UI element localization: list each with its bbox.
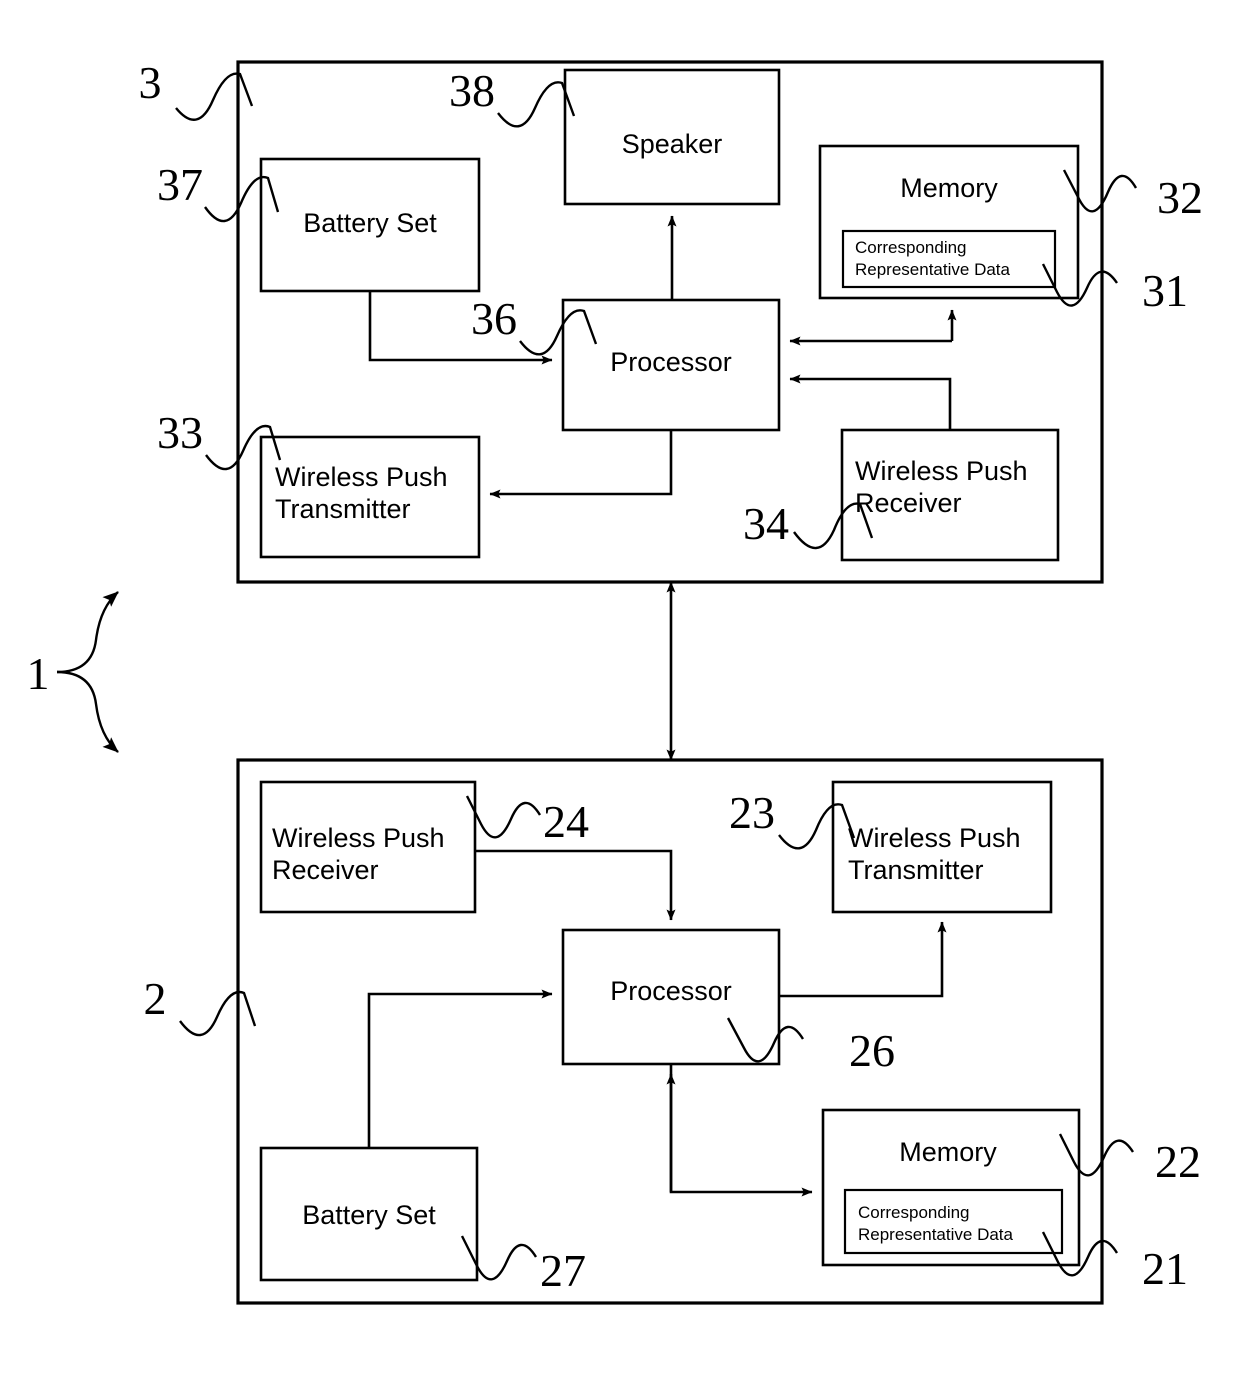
- panel3-wp-transmitter-line1: Wireless Push: [275, 462, 448, 492]
- panel-3-group: Battery Set Speaker Memory Corresponding…: [236, 60, 1104, 584]
- ref-number-31: 31: [1142, 265, 1188, 316]
- panel2-processor-label: Processor: [610, 976, 732, 1006]
- panel2-wp-receiver-line2: Receiver: [272, 855, 379, 885]
- panel-2-group: Wireless Push Receiver Wireless Push Tra…: [236, 758, 1104, 1305]
- ref-number-38: 38: [449, 65, 495, 116]
- ref-number-33: 33: [157, 407, 203, 458]
- ref-27-group: 27: [460, 1235, 586, 1296]
- panel2-memory-inner-line2: Representative Data: [858, 1225, 1014, 1244]
- panel2-wp-transmitter-line2: Transmitter: [848, 855, 984, 885]
- ref-3-leader: [175, 72, 254, 121]
- ref-number-22: 22: [1155, 1136, 1201, 1187]
- panel3-processor-label: Processor: [610, 347, 732, 377]
- block-diagram-canvas: Battery Set Speaker Memory Corresponding…: [27, 57, 1203, 1305]
- panel2-battery-set-label: Battery Set: [302, 1200, 436, 1230]
- conn-battery-to-processor-3: [368, 291, 553, 365]
- ref-1-brace-lower: [56, 670, 119, 753]
- ref-number-21: 21: [1142, 1243, 1188, 1294]
- conn-processor-to-memory-2: [669, 1064, 813, 1197]
- ref-number-3: 3: [139, 57, 162, 108]
- ref-number-37: 37: [157, 159, 203, 210]
- conn-processor-to-wptransmitter-2: [779, 921, 947, 998]
- ref-38-leader: [497, 81, 576, 128]
- ref-32-group: 32: [1062, 169, 1203, 223]
- ref-2-leader: [179, 990, 257, 1037]
- ref-22-group: 22: [1058, 1133, 1201, 1187]
- ref-1-brace-upper: [56, 591, 119, 674]
- ref-number-1: 1: [27, 648, 50, 699]
- panel2-memory-label: Memory: [899, 1137, 997, 1167]
- panel3-memory-inner-line2: Representative Data: [855, 260, 1011, 279]
- panel3-battery-set-label: Battery Set: [303, 208, 437, 238]
- ref-number-36: 36: [471, 293, 517, 344]
- patent-figure: Battery Set Speaker Memory Corresponding…: [0, 0, 1240, 1391]
- conn-processor-to-wptransmitter-3: [489, 430, 673, 499]
- ref-3-group: 3: [139, 57, 254, 121]
- panel3-memory-inner-line1: Corresponding: [855, 238, 967, 257]
- ref-1-group: 1: [27, 591, 119, 753]
- ref-number-23: 23: [729, 787, 775, 838]
- ref-38-group: 38: [449, 65, 576, 128]
- ref-number-24: 24: [543, 796, 589, 847]
- panel3-speaker-label: Speaker: [622, 129, 723, 159]
- conn-wpreceiver-to-processor-2: [475, 849, 676, 921]
- panel2-wp-receiver-line1: Wireless Push: [272, 823, 445, 853]
- panel3-wp-receiver-line1: Wireless Push: [855, 456, 1028, 486]
- ref-number-26: 26: [849, 1025, 895, 1076]
- ref-number-2: 2: [144, 973, 167, 1024]
- ref-number-32: 32: [1157, 172, 1203, 223]
- panel2-wp-transmitter-line1: Wireless Push: [848, 823, 1021, 853]
- conn-wpreceiver-to-processor-3: [789, 374, 952, 430]
- panel2-memory-inner-line1: Corresponding: [858, 1203, 970, 1222]
- ref-number-34: 34: [743, 498, 789, 549]
- panel3-memory-label: Memory: [900, 173, 998, 203]
- ref-24-leader: [465, 795, 542, 839]
- conn-battery-to-processor-2: [367, 989, 553, 1148]
- panel3-wp-receiver-line2: Receiver: [855, 488, 962, 518]
- panel3-wp-transmitter-line2: Transmitter: [275, 494, 411, 524]
- ref-number-27: 27: [540, 1245, 586, 1296]
- ref-24-group: 24: [465, 795, 589, 847]
